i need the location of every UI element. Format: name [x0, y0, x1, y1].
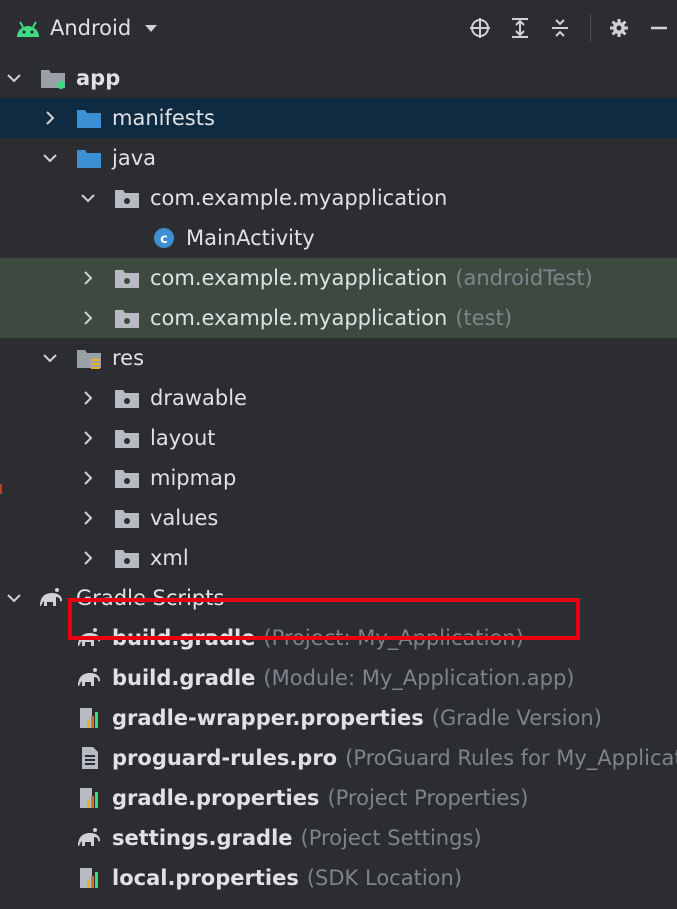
class-icon: c — [154, 228, 174, 248]
tree-item-label: com.example.myapplication (androidTest) — [150, 266, 593, 290]
tree-item-qualifier: (test) — [455, 306, 513, 330]
folder-icon — [115, 390, 139, 408]
svg-text:c: c — [160, 232, 168, 247]
project-toolbar: Android — [0, 0, 677, 56]
tree-item-local-properties[interactable]: local.properties (SDK Location) — [0, 858, 677, 898]
folder-icon — [115, 510, 139, 528]
tree-item-label: com.example.myapplication (test) — [150, 306, 513, 330]
folder-icon — [115, 470, 139, 488]
chevron-right-icon[interactable] — [80, 310, 96, 326]
folder-icon — [77, 110, 101, 128]
android-icon — [17, 21, 39, 37]
tree-item-label: local.properties (SDK Location) — [112, 866, 463, 890]
dropdown-caret-icon[interactable] — [143, 20, 159, 36]
tree-item-package-androidtest[interactable]: com.example.myapplication (androidTest) — [0, 258, 677, 298]
gradle-elephant-icon — [78, 628, 100, 646]
gradle-elephant-icon — [78, 668, 100, 686]
toolbar-separator — [590, 14, 591, 42]
chevron-right-icon[interactable] — [80, 510, 96, 526]
chevron-right-icon[interactable] — [80, 430, 96, 446]
tree-item-res[interactable]: res — [0, 338, 677, 378]
tree-item-package[interactable]: com.example.myapplication — [0, 178, 677, 218]
tree-item-label: java — [112, 146, 156, 170]
gradle-elephant-icon — [40, 588, 62, 606]
tree-item-package-test[interactable]: com.example.myapplication (test) — [0, 298, 677, 338]
tree-item-label: settings.gradle (Project Settings) — [112, 826, 482, 850]
folder-icon — [115, 550, 139, 568]
chevron-right-icon[interactable] — [80, 550, 96, 566]
tree-item-values[interactable]: values — [0, 498, 677, 538]
folder-icon — [77, 150, 101, 168]
tree-item-gradle-properties[interactable]: gradle.properties (Project Properties) — [0, 778, 677, 818]
package-icon — [115, 270, 139, 288]
properties-file-icon — [80, 708, 98, 728]
tree-item-label: layout — [150, 426, 216, 450]
tree-item-qualifier: (Project Properties) — [327, 786, 529, 810]
text-file-icon — [82, 747, 98, 769]
tree-item-label: res — [112, 346, 145, 370]
tree-item-qualifier: (Project: My_Application) — [263, 626, 524, 650]
tree-item-manifests[interactable]: manifests — [0, 98, 677, 138]
resource-folder-icon — [77, 350, 101, 369]
view-selector-label[interactable]: Android — [50, 16, 131, 40]
tree-item-settings-gradle[interactable]: settings.gradle (Project Settings) — [0, 818, 677, 858]
tree-item-proguard-rules[interactable]: proguard-rules.pro (ProGuard Rules for My… — [0, 738, 677, 778]
expand-all-icon[interactable] — [508, 16, 532, 40]
tree-item-label: manifests — [112, 106, 215, 130]
package-icon — [115, 190, 139, 208]
chevron-down-icon[interactable] — [80, 190, 96, 206]
tree-item-qualifier: (Module: My_Application.app) — [263, 666, 575, 690]
chevron-down-icon[interactable] — [6, 590, 22, 606]
tree-item-mainactivity[interactable]: c MainActivity — [0, 218, 677, 258]
tree-item-label: values — [150, 506, 219, 530]
chevron-down-icon[interactable] — [42, 150, 58, 166]
tree-item-gradle-scripts[interactable]: Gradle Scripts — [0, 578, 677, 618]
tree-item-gradle-wrapper-properties[interactable]: gradle-wrapper.properties (Gradle Version… — [0, 698, 677, 738]
tree-item-xml[interactable]: xml — [0, 538, 677, 578]
tree-item-qualifier: (Gradle Version) — [431, 706, 602, 730]
chevron-down-icon[interactable] — [42, 350, 58, 366]
tree-item-label: mipmap — [150, 466, 237, 490]
module-folder-icon — [41, 70, 65, 89]
tree-item-label: xml — [150, 546, 189, 570]
collapse-all-icon[interactable] — [548, 16, 572, 40]
minimize-icon[interactable] — [647, 16, 671, 40]
tree-item-label: app — [76, 66, 121, 90]
tree-item-label: drawable — [150, 386, 247, 410]
chevron-right-icon[interactable] — [42, 110, 58, 126]
package-icon — [115, 310, 139, 328]
chevron-right-icon[interactable] — [80, 270, 96, 286]
tree-item-qualifier: (Project Settings) — [300, 826, 482, 850]
tree-item-build-gradle-module[interactable]: build.gradle (Module: My_Application.app) — [0, 658, 677, 698]
locate-icon[interactable] — [468, 16, 492, 40]
tree-item-label: com.example.myapplication — [150, 186, 448, 210]
tree-item-qualifier: (SDK Location) — [306, 866, 463, 890]
gradle-elephant-icon — [78, 828, 100, 846]
properties-file-icon — [80, 868, 98, 888]
tree-item-label: build.gradle (Module: My_Application.app) — [112, 666, 575, 690]
tree-item-build-gradle-project[interactable]: build.gradle (Project: My_Application) — [0, 618, 677, 658]
tree-item-mipmap[interactable]: mipmap — [0, 458, 677, 498]
chevron-right-icon[interactable] — [80, 470, 96, 486]
tree-item-label: gradle.properties (Project Properties) — [112, 786, 529, 810]
tree-item-layout[interactable]: layout — [0, 418, 677, 458]
tree-item-java[interactable]: java — [0, 138, 677, 178]
edge-marker — [0, 484, 6, 494]
folder-icon — [115, 430, 139, 448]
tree-item-qualifier: (ProGuard Rules for My_Applicati — [345, 746, 677, 770]
tree-item-qualifier: (androidTest) — [455, 266, 593, 290]
properties-file-icon — [80, 788, 98, 808]
chevron-right-icon[interactable] — [80, 390, 96, 406]
tree-item-drawable[interactable]: drawable — [0, 378, 677, 418]
gear-icon[interactable] — [607, 16, 631, 40]
tree-item-app[interactable]: app — [0, 58, 677, 98]
tree-item-label: build.gradle (Project: My_Application) — [112, 626, 524, 650]
tree-item-label: gradle-wrapper.properties (Gradle Version… — [112, 706, 602, 730]
tree-item-label: MainActivity — [186, 226, 315, 250]
chevron-down-icon[interactable] — [6, 70, 22, 86]
tree-item-label: Gradle Scripts — [76, 586, 225, 610]
project-tree: app manifests java com.example.myapplica… — [0, 58, 677, 898]
tree-item-label: proguard-rules.pro (ProGuard Rules for My… — [112, 738, 677, 778]
